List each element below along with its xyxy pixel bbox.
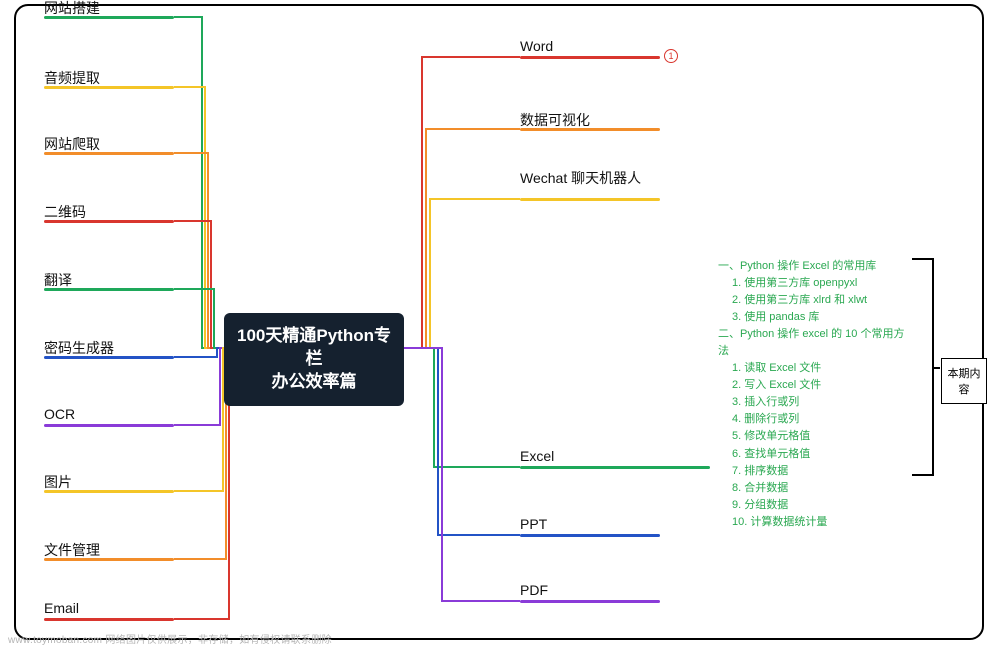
outline-bracket	[912, 258, 934, 476]
left-topic-6[interactable]: OCR	[44, 406, 75, 422]
outline-row-0: 一、Python 操作 Excel 的常用库	[718, 258, 906, 275]
left-underline-1	[44, 86, 174, 89]
center-title-line1: 100天精通Python专栏	[232, 325, 396, 371]
left-underline-0	[44, 16, 174, 19]
right-topic-1[interactable]: 数据可视化	[520, 110, 590, 130]
right-underline-2	[520, 198, 660, 201]
topic-badge: 1	[664, 49, 678, 63]
right-underline-5	[520, 600, 660, 603]
outline-row-3: 3. 使用 pandas 库	[718, 309, 906, 326]
outline-row-8: 4. 删除行或列	[718, 411, 906, 428]
outline-row-1: 1. 使用第三方库 openpyxl	[718, 275, 906, 292]
right-underline-4	[520, 534, 660, 537]
left-topic-7[interactable]: 图片	[44, 472, 72, 492]
right-underline-1	[520, 128, 660, 131]
outline-row-2: 2. 使用第三方库 xlrd 和 xlwt	[718, 292, 906, 309]
outline-row-13: 9. 分组数据	[718, 497, 906, 514]
excel-outline: 一、Python 操作 Excel 的常用库1. 使用第三方库 openpyxl…	[718, 258, 906, 531]
outline-row-14: 10. 计算数据统计量	[718, 514, 906, 531]
left-underline-5	[44, 356, 174, 359]
center-node[interactable]: 100天精通Python专栏 办公效率篇	[224, 313, 404, 406]
left-topic-8[interactable]: 文件管理	[44, 540, 100, 560]
left-underline-7	[44, 490, 174, 493]
left-underline-2	[44, 152, 174, 155]
right-underline-3	[520, 466, 710, 469]
left-underline-6	[44, 424, 174, 427]
right-topic-2[interactable]: Wechat 聊天机器人	[520, 168, 650, 188]
right-topic-3[interactable]: Excel	[520, 448, 554, 464]
outline-row-7: 3. 插入行或列	[718, 394, 906, 411]
left-underline-9	[44, 618, 174, 621]
outline-row-5: 1. 读取 Excel 文件	[718, 360, 906, 377]
left-topic-5[interactable]: 密码生成器	[44, 338, 114, 358]
outline-row-9: 5. 修改单元格值	[718, 428, 906, 445]
left-topic-4[interactable]: 翻译	[44, 270, 72, 290]
watermark-text: www.toymoban.com 网络图片仅供展示，非存储，如有侵权请联系删除	[8, 631, 332, 646]
left-topic-3[interactable]: 二维码	[44, 202, 86, 222]
issue-label: 本期内容	[941, 358, 987, 404]
outline-row-10: 6. 查找单元格值	[718, 446, 906, 463]
left-underline-8	[44, 558, 174, 561]
outline-row-11: 7. 排序数据	[718, 463, 906, 480]
right-topic-5[interactable]: PDF	[520, 582, 548, 598]
right-topic-4[interactable]: PPT	[520, 516, 547, 532]
outline-row-12: 8. 合并数据	[718, 480, 906, 497]
right-underline-0	[520, 56, 660, 59]
left-topic-9[interactable]: Email	[44, 600, 79, 616]
left-underline-4	[44, 288, 174, 291]
center-title-line2: 办公效率篇	[232, 371, 396, 394]
left-topic-1[interactable]: 音频提取	[44, 68, 100, 88]
outline-row-4: 二、Python 操作 excel 的 10 个常用方法	[718, 326, 906, 360]
outline-row-6: 2. 写入 Excel 文件	[718, 377, 906, 394]
left-underline-3	[44, 220, 174, 223]
right-topic-0[interactable]: Word	[520, 38, 553, 54]
left-topic-2[interactable]: 网站爬取	[44, 134, 100, 154]
